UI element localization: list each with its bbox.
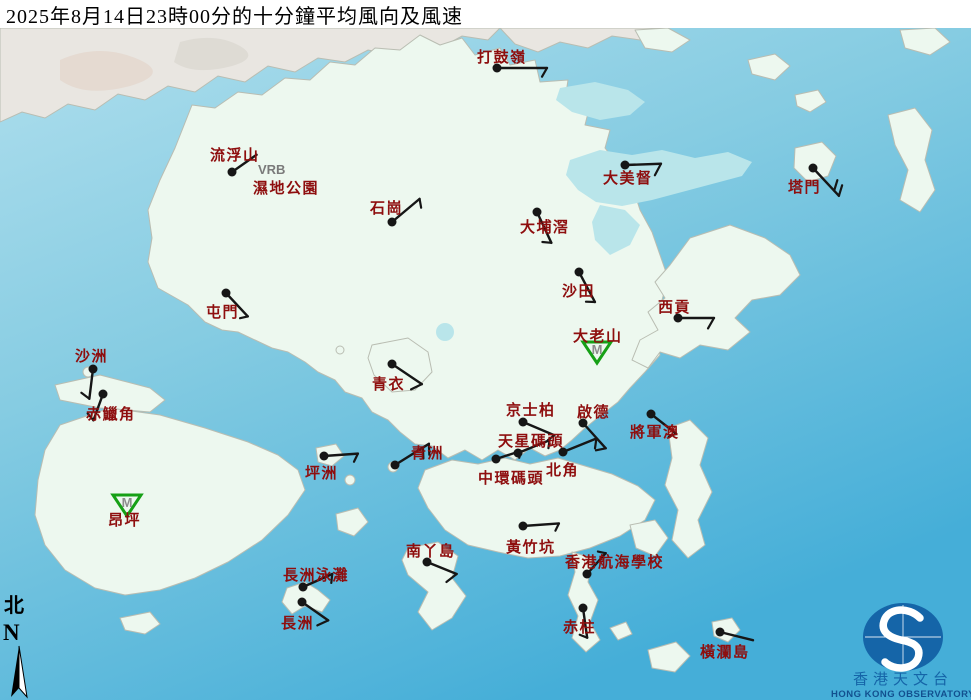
station-label: 北角 [546, 461, 579, 479]
station-label: 赤鱲角 [86, 405, 136, 423]
station-label: 香港航海學校 [565, 553, 664, 571]
islet-kau-yi-chau [345, 475, 355, 485]
station-label: 南丫島 [406, 542, 456, 560]
wind-barb-tick [519, 451, 520, 458]
station-label: 坪洲 [305, 465, 338, 482]
station-label: 流浮山 [210, 146, 260, 164]
station-label: 長洲 [281, 615, 314, 632]
station-label: 石崗 [369, 199, 403, 217]
station-label: 西貢 [658, 299, 691, 316]
north-label-en: N [3, 620, 20, 645]
north-label-zh: 北 [4, 594, 24, 617]
station-dot [99, 390, 108, 399]
station-label: 沙洲 [75, 348, 108, 365]
station-label: 大老山 [573, 327, 623, 345]
station-label: 屯門 [206, 303, 239, 321]
water-shing-mun [436, 323, 454, 341]
station-dot [621, 161, 630, 170]
station-label: 濕地公園 [253, 179, 319, 197]
station-label: 黃竹坑 [506, 538, 556, 556]
station-dot [228, 168, 237, 177]
wind-barb-staff [625, 164, 661, 165]
station-dot [716, 628, 725, 637]
title-bar: 2025年8月14日23時00分的十分鐘平均風向及風速 [0, 0, 971, 28]
wind-barb-tick [595, 439, 596, 449]
station-dot [391, 461, 400, 470]
wind-map: 打鼓嶺流浮山VRB 濕地公園石崗 大美督塔門大埔滘沙田西貢 M 大老山 屯門沙洲赤鱲角 青衣… [0, 0, 971, 700]
station-label: 天星碼頭 [498, 433, 564, 450]
station-dot [222, 289, 231, 298]
maintenance-letter: M [122, 495, 133, 510]
islet-ma-wan [336, 346, 344, 354]
station-dot [388, 218, 397, 227]
station-dot [519, 522, 528, 531]
station-label: 中環碼頭 [478, 469, 544, 487]
station-label: 青洲 [411, 444, 444, 462]
station-label: 大埔滘 [520, 218, 570, 236]
station-dot [647, 410, 656, 419]
station-label: 長洲泳灘 [283, 566, 349, 584]
station-label: 青衣 [372, 375, 405, 393]
station-dot [320, 452, 329, 461]
station-dot [298, 598, 307, 607]
station-label: 橫瀾島 [700, 643, 750, 661]
station-label: 赤柱 [563, 618, 596, 636]
hko-name-en: HONG KONG OBSERVATORY [831, 689, 971, 700]
wind-barb-tick [420, 199, 422, 208]
station-dot [809, 164, 818, 173]
station-dot [575, 268, 584, 277]
wind-map-page: 打鼓嶺流浮山VRB 濕地公園石崗 大美督塔門大埔滘沙田西貢 M 大老山 屯門沙洲赤鱲角 青衣… [0, 0, 971, 700]
hko-name-zh: 香港天文台 [853, 671, 953, 688]
vrb-label: VRB [258, 162, 285, 177]
wind-barb-tick [542, 242, 551, 243]
station-dot [559, 448, 568, 457]
station-dot [579, 604, 588, 613]
station-label: 塔門 [788, 178, 821, 196]
station-dot [492, 455, 501, 464]
station-dot [533, 208, 542, 217]
map-title: 2025年8月14日23時00分的十分鐘平均風向及風速 [0, 0, 463, 29]
station-label: 京士柏 [506, 401, 556, 419]
station-label: 大美督 [603, 169, 653, 187]
station-label: 昂坪 [108, 512, 141, 529]
station-label: 將軍澳 [630, 423, 680, 441]
station-label: 打鼓嶺 [477, 48, 527, 66]
station-dot [89, 365, 98, 374]
station-label: 啟德 [577, 403, 610, 421]
station-label: 沙田 [562, 283, 595, 300]
station-dot [388, 360, 397, 369]
